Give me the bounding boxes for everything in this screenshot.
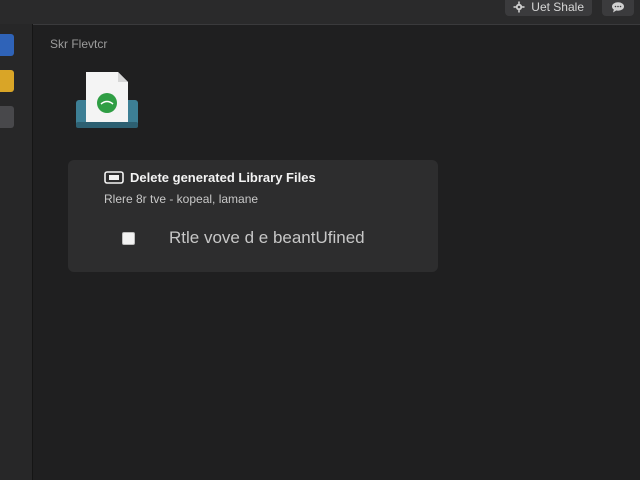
trash-icon [104, 171, 124, 184]
section-label: Skr Flevtcr [50, 37, 108, 51]
share-button-label: Uet Shale [531, 0, 584, 14]
gray-app-icon[interactable] [0, 106, 14, 128]
chat-bubble-icon [611, 1, 625, 13]
chat-button[interactable] [602, 0, 634, 16]
dialog-subtitle: Rlere 8r tve - kopeal, lamane [104, 192, 259, 206]
option-checkbox[interactable] [122, 231, 135, 245]
gear-icon [513, 1, 525, 13]
dialog-header: Delete generated Library Files [104, 170, 316, 185]
dialog-title: Delete generated Library Files [130, 170, 316, 185]
option-label: Rtle vove d e beantUfined [169, 228, 365, 247]
document-file-icon[interactable] [74, 70, 140, 132]
yellow-app-icon[interactable] [0, 70, 14, 92]
top-bar: Uet Shale [0, 0, 640, 25]
share-button[interactable]: Uet Shale [505, 0, 592, 16]
app-window: Uet Shale Skr Flevtcr Delete generated L… [0, 0, 640, 480]
delete-library-files-dialog: Delete generated Library Files Rlere 8r … [68, 160, 438, 272]
blue-app-icon[interactable] [0, 34, 14, 56]
left-dock [0, 24, 33, 480]
option-row[interactable]: Rtle vove d e beantUfined [122, 228, 365, 248]
